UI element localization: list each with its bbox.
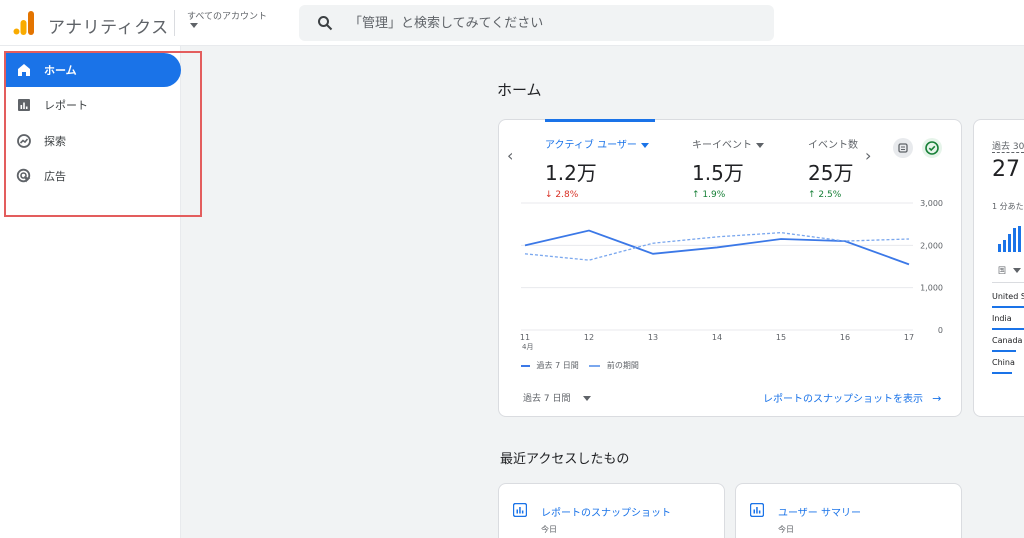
country-bar	[992, 372, 1012, 374]
chevron-down-icon	[1012, 268, 1021, 273]
line-chart: 3,000 2,000 1,000 0 11 12 13 14 15 16 17 4月	[520, 199, 943, 351]
analytics-logo-icon[interactable]	[13, 11, 35, 35]
realtime-users-value: 27	[992, 157, 1020, 182]
per-minute-bar-chart	[998, 226, 1021, 252]
y-tick-label: 0	[938, 326, 943, 335]
country-name: United S	[992, 292, 1024, 301]
recent-card-user-summary[interactable]: ユーザー サマリー 今日	[735, 483, 962, 538]
y-tick-label: 1,000	[920, 284, 943, 293]
ads-icon	[16, 168, 31, 183]
x-tick-label: 14	[712, 333, 722, 342]
realtime-card: 過去 30 27 1 分あた 国 United S India Canada C…	[973, 119, 1024, 417]
country-bar	[992, 328, 1024, 330]
search-bar[interactable]	[299, 5, 774, 41]
bar-chart-icon	[18, 99, 30, 111]
legend-swatch-previous	[589, 364, 601, 367]
sidebar-item-ads[interactable]: 広告	[4, 159, 181, 193]
legend-item-previous: 前の期間	[606, 361, 639, 370]
report-icon	[513, 503, 527, 517]
recently-accessed-heading: 最近アクセスしたもの	[500, 452, 630, 467]
chevron-down-icon	[583, 396, 592, 401]
arrow-right-icon: →	[932, 392, 942, 405]
metrics-overview-card: ‹ アクティブ ユーザー 1.2万 ↓ 2.8% キーイベント 1.5万 ↑ 1…	[498, 119, 962, 417]
per-minute-label: 1 分あた	[992, 202, 1024, 211]
legend-item-current: 過去 7 日間	[536, 361, 579, 370]
sidebar-item-home[interactable]: ホーム	[4, 53, 181, 87]
country-dimension-dropdown[interactable]: 国	[998, 265, 1021, 276]
x-axis-month-label: 4月	[522, 343, 533, 351]
home-icon	[18, 64, 30, 76]
x-tick-label: 13	[648, 333, 658, 342]
date-range-dropdown[interactable]: 過去 7 日間	[523, 391, 592, 404]
x-tick-label: 17	[904, 333, 914, 342]
search-icon	[318, 16, 333, 31]
realtime-period-label: 過去 30	[992, 139, 1024, 153]
search-input[interactable]	[349, 5, 759, 41]
country-name: India	[992, 314, 1012, 323]
country-header: 国	[998, 266, 1006, 275]
recent-card-date: 今日	[541, 525, 557, 534]
chevron-down-icon[interactable]	[190, 23, 198, 28]
country-name: Canada	[992, 336, 1023, 345]
report-icon	[750, 503, 764, 517]
x-tick-label: 11	[520, 333, 530, 342]
explore-icon	[17, 134, 31, 148]
country-name: China	[992, 358, 1015, 367]
x-tick-label: 15	[776, 333, 786, 342]
view-snapshot-link[interactable]: レポートのスナップショットを表示 →	[763, 390, 941, 405]
view-snapshot-label: レポートのスナップショットを表示	[763, 394, 923, 405]
sidebar-item-label: 探索	[44, 135, 66, 148]
recent-card-date: 今日	[778, 525, 794, 534]
x-tick-label: 16	[840, 333, 850, 342]
sidebar-item-label: ホーム	[44, 64, 77, 77]
country-bar	[992, 350, 1016, 352]
recent-card-snapshot[interactable]: レポートのスナップショット 今日	[498, 483, 725, 538]
country-bar	[992, 306, 1024, 308]
legend-swatch-current	[521, 364, 530, 367]
x-tick-label: 12	[584, 333, 594, 342]
recent-card-title: レポートのスナップショット	[541, 508, 671, 519]
recent-card-title: ユーザー サマリー	[778, 508, 861, 519]
chart-legend: 過去 7 日間 前の期間	[521, 360, 639, 371]
date-range-label: 過去 7 日間	[523, 394, 571, 404]
series-line-previous	[524, 231, 910, 261]
app-title: アナリティクス	[48, 18, 169, 38]
page-title: ホーム	[497, 81, 542, 99]
y-tick-label: 3,000	[920, 199, 943, 208]
sidebar-item-explore[interactable]: 探索	[4, 124, 181, 158]
header-divider	[174, 10, 175, 36]
account-selector-label[interactable]: すべてのアカウント	[187, 9, 267, 22]
top-app-bar: アナリティクス すべてのアカウント	[0, 0, 1024, 46]
y-tick-label: 2,000	[920, 241, 943, 250]
sidebar-item-label: レポート	[44, 99, 88, 112]
sidebar-item-label: 広告	[44, 170, 66, 183]
sidebar-item-reports[interactable]: レポート	[4, 88, 181, 122]
